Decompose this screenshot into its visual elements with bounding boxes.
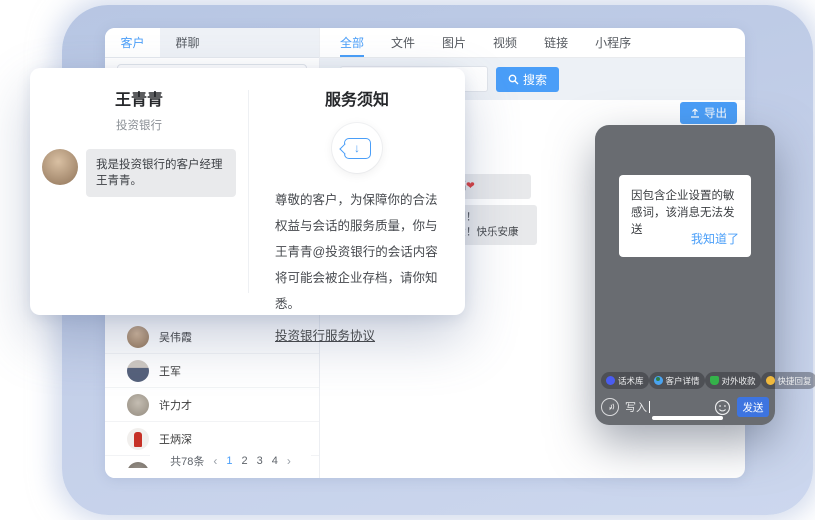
tab-images[interactable]: 图片 [442, 28, 466, 57]
avatar [127, 462, 149, 469]
tab-links[interactable]: 链接 [544, 28, 568, 57]
page-number-1[interactable]: 1 [226, 455, 232, 467]
mobile-overlay-panel: 因包含企业设置的敏感词，该消息无法发送 我知道了 话术库 客户详情 对外收款 快… [595, 125, 775, 425]
contact-name: 吴伟霞 [159, 329, 192, 345]
overlay-card: 王青青 投资银行 我是投资银行的客户经理王青青。 服务须知 ↓ 尊敬的客户，为保… [30, 68, 465, 315]
voice-input-icon[interactable] [601, 398, 619, 416]
message-input-value: 写入 [625, 399, 647, 415]
avatar [127, 360, 149, 382]
contact-name: 王军 [159, 363, 181, 379]
customer-details-icon [654, 376, 663, 385]
quick-reply-icon [766, 376, 775, 385]
list-item[interactable]: 王军 [105, 354, 319, 388]
profile-greeting-bubble: 我是投资银行的客户经理王青青。 [86, 149, 236, 197]
tab-customers[interactable]: 客户 [105, 28, 160, 57]
tool-script-library[interactable]: 话术库 [601, 372, 649, 389]
service-agreement-link[interactable]: 投资银行服务协议 [275, 325, 375, 344]
tab-all[interactable]: 全部 [340, 28, 364, 57]
tab-files[interactable]: 文件 [391, 28, 415, 57]
avatar [127, 394, 149, 416]
search-button-label: 搜索 [523, 71, 547, 88]
search-icon [508, 74, 519, 85]
search-button[interactable]: 搜索 [496, 67, 559, 92]
profile-org: 投资银行 [30, 117, 248, 133]
content-tab-bar: 全部 文件 图片 视频 链接 小程序 [320, 28, 745, 58]
page-number-3[interactable]: 3 [257, 455, 263, 467]
script-library-icon [606, 376, 615, 385]
down-arrow-icon: ↓ [354, 142, 360, 154]
prev-page-arrow[interactable]: ‹ [213, 454, 217, 468]
contact-name: 王炳深 [159, 431, 192, 447]
service-notice-title: 服务须知 [275, 86, 439, 110]
tab-videos[interactable]: 视频 [493, 28, 517, 57]
next-page-arrow[interactable]: › [287, 454, 291, 468]
tab-group-chats[interactable]: 群聊 [160, 28, 215, 57]
profile-name: 王青青 [30, 86, 248, 110]
export-button-label: 导出 [704, 105, 727, 121]
toolbar: 话术库 客户详情 对外收款 快捷回复 [601, 372, 769, 389]
tab-miniprograms[interactable]: 小程序 [595, 28, 631, 57]
message-input[interactable]: 写入 [625, 399, 708, 415]
service-notice-section: 服务须知 ↓ 尊敬的客户，为保障你的合法权益与会话的服务质量，你与王青青@投资银… [249, 68, 465, 315]
payment-shield-icon [710, 376, 719, 385]
send-button[interactable]: 发送 [737, 397, 769, 417]
dialog-confirm-button[interactable]: 我知道了 [691, 230, 739, 247]
heart-icon: ❤ [466, 180, 475, 192]
pagination: 共78条 ‹ 1 2 3 4 › [150, 448, 311, 474]
export-icon [690, 108, 700, 118]
sensitive-word-dialog: 因包含企业设置的敏感词，该消息无法发送 我知道了 [619, 175, 751, 257]
archive-notice-icon: ↓ [332, 123, 382, 173]
tool-external-payment[interactable]: 对外收款 [705, 372, 761, 389]
avatar [42, 149, 78, 185]
pagination-total: 共78条 [170, 453, 204, 469]
text-caret [649, 401, 650, 413]
page-number-4[interactable]: 4 [272, 455, 278, 467]
tool-label: 客户详情 [666, 375, 700, 387]
left-tab-bar: 客户 群聊 [105, 28, 319, 58]
avatar [127, 326, 149, 348]
tool-label: 话术库 [618, 375, 644, 387]
emoji-icon[interactable] [714, 399, 731, 416]
speaker-icon [605, 402, 616, 413]
avatar [127, 428, 149, 450]
list-item[interactable]: 许力才 [105, 388, 319, 422]
export-button[interactable]: 导出 [680, 102, 737, 124]
tool-customer-details[interactable]: 客户详情 [649, 372, 705, 389]
service-notice-body: 尊敬的客户，为保障你的合法权益与会话的服务质量，你与王青青@投资银行的会话内容将… [275, 187, 439, 317]
contact-name: 许力才 [159, 397, 192, 413]
page-number-2[interactable]: 2 [242, 455, 248, 467]
tool-label: 对外收款 [722, 375, 756, 387]
download-bubble-icon: ↓ [344, 138, 371, 159]
profile-section: 王青青 投资银行 我是投资银行的客户经理王青青。 [30, 68, 248, 315]
profile-message-row: 我是投资银行的客户经理王青青。 [42, 149, 236, 197]
home-indicator[interactable] [652, 416, 723, 420]
tool-label: 快捷回复 [778, 375, 812, 387]
screenshot-stage: 客户 群聊 吴伟霞 王军 许力才 王炳深 [0, 0, 815, 520]
tool-quick-reply[interactable]: 快捷回复 [761, 372, 815, 389]
